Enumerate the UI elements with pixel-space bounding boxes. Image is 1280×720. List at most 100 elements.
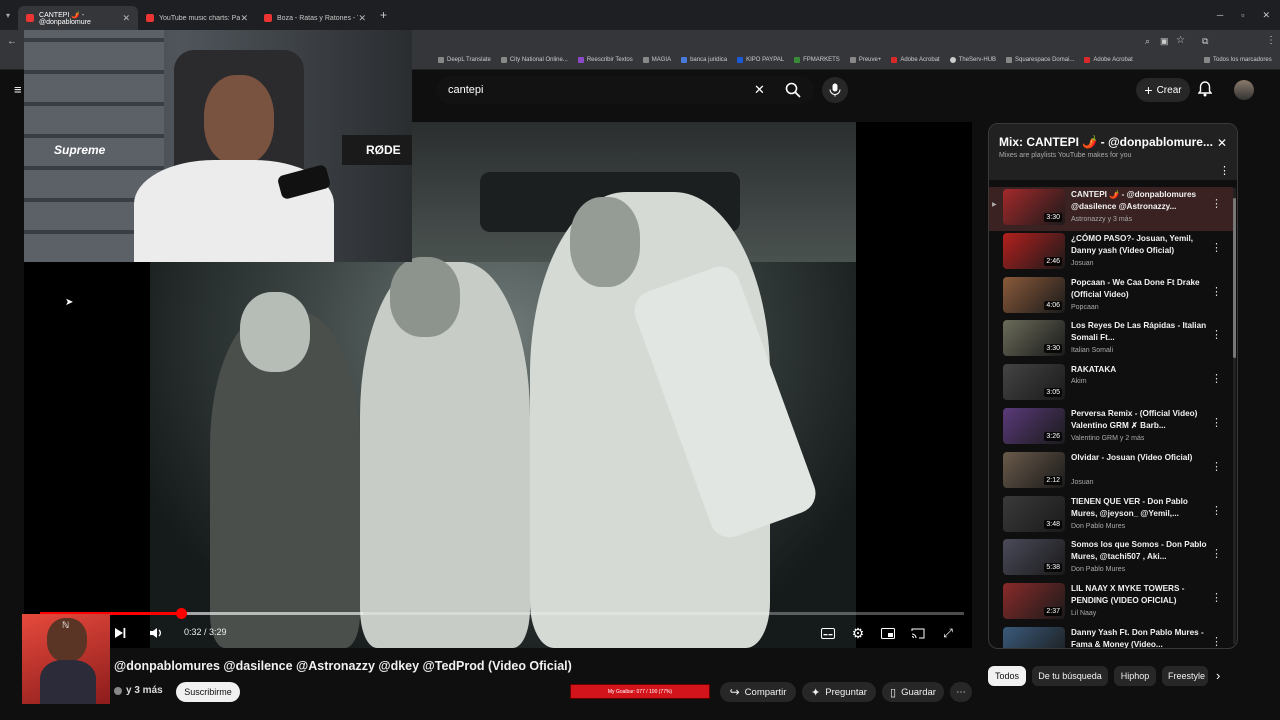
maximize-icon[interactable]: ▫ (1241, 10, 1244, 20)
bookmark-item[interactable]: Adobe Acrobat (1084, 57, 1133, 63)
bookmark-item[interactable]: FPMARKETS (794, 57, 840, 63)
bookmark-item[interactable]: TheServ-HUB (949, 57, 996, 63)
mix-list-item[interactable]: 3:26 Perversa Remix - (Official Video) Va… (989, 406, 1233, 450)
item-menu-icon[interactable]: ⋮ (1211, 372, 1222, 385)
scrollbar-thumb[interactable] (1233, 198, 1236, 358)
channel-video-thumbnail[interactable]: ℕ (22, 614, 110, 704)
stream-goal-bar: My Goalbar: 077 / 100 (77%) (570, 684, 710, 699)
item-menu-icon[interactable]: ⋮ (1211, 504, 1222, 517)
chip-de-tu-busqueda[interactable]: De tu búsqueda (1032, 666, 1108, 686)
mix-item-thumbnail[interactable]: 2:43 (1003, 627, 1065, 648)
extensions-icon[interactable]: ⧉ (1202, 36, 1208, 47)
zoom-icon[interactable]: ⌕ (1145, 36, 1150, 47)
more-actions-button[interactable]: ⋯ (950, 682, 972, 702)
save-button[interactable]: ▯ Guardar (882, 682, 944, 702)
notifications-bell-icon[interactable] (1198, 81, 1212, 97)
item-menu-icon[interactable]: ⋮ (1211, 197, 1222, 210)
close-panel-icon[interactable]: ✕ (1217, 136, 1227, 150)
mix-item-thumbnail[interactable]: 3:30 (1003, 320, 1065, 357)
close-tab-icon[interactable]: ✕ (122, 13, 130, 24)
bookmark-item[interactable]: Reescribir Textos (577, 57, 633, 63)
next-video-icon[interactable] (110, 624, 130, 642)
voice-search-icon[interactable] (822, 77, 848, 103)
mix-item-thumbnail[interactable]: 2:37 (1003, 583, 1065, 620)
mix-list-item[interactable]: 2:37 LIL NAAY X MYKE TOWERS - PENDING (VI… (989, 581, 1233, 625)
mix-list-item[interactable]: 3:05 RAKATAKA Akim ⋮ (989, 362, 1233, 406)
item-menu-icon[interactable]: ⋮ (1211, 635, 1222, 648)
bookmark-item[interactable]: Preuve+ (849, 57, 881, 63)
close-tab-icon[interactable]: ✕ (358, 13, 366, 24)
item-menu-icon[interactable]: ⋮ (1211, 328, 1222, 341)
mix-list-item[interactable]: 3:30 Los Reyes De Las Rápidas - Italian S… (989, 318, 1233, 362)
chips-next-icon[interactable]: › (1216, 668, 1220, 683)
all-bookmarks-folder[interactable]: Todos los marcadores (1204, 57, 1272, 63)
item-menu-icon[interactable]: ⋮ (1211, 285, 1222, 298)
mix-item-thumbnail[interactable]: 4:06 (1003, 276, 1065, 313)
bookmark-item[interactable]: Squarespace Domai... (1006, 57, 1074, 63)
install-icon[interactable]: ▣ (1160, 36, 1169, 47)
hamburger-menu-icon[interactable]: ≡ (14, 82, 22, 97)
channel-meta[interactable]: y 3 más (114, 685, 163, 696)
tab-cantepi[interactable]: CANTEPI 🌶️ - @donpablomure ✕ (18, 6, 139, 30)
volume-icon[interactable] (146, 624, 166, 642)
duration-badge: 3:30 (1044, 344, 1062, 354)
share-button[interactable]: ↪ Compartir (720, 682, 796, 702)
item-menu-icon[interactable]: ⋮ (1211, 416, 1222, 429)
close-window-icon[interactable]: ✕ (1262, 10, 1270, 21)
webcam-supreme-text: Supreme (54, 143, 106, 157)
cast-icon[interactable] (908, 624, 928, 642)
search-icon[interactable] (782, 79, 804, 101)
mix-item-title: TIENEN QUE VER - Don Pablo Mures, @jeyso… (1071, 496, 1188, 518)
bookmark-item[interactable]: Adobe Acrobat (891, 57, 940, 63)
panel-scrollbar[interactable] (1233, 188, 1236, 644)
bookmark-item[interactable]: banca juridica (681, 57, 727, 63)
menu-dots-icon[interactable]: ⋮ (1266, 35, 1276, 46)
item-menu-icon[interactable]: ⋮ (1211, 241, 1222, 254)
fullscreen-icon[interactable]: ⤢ (938, 624, 958, 642)
close-tab-icon[interactable]: ✕ (240, 13, 248, 24)
subtitles-icon[interactable] (818, 624, 838, 642)
duration-badge: 4:06 (1044, 300, 1062, 310)
bookmark-item[interactable]: DeepL Translate (438, 57, 491, 63)
mix-list-item[interactable]: 3:48 TIENEN QUE VER - Don Pablo Mures, @j… (989, 494, 1233, 538)
bookmark-item[interactable]: City National Online... (500, 57, 568, 63)
create-button[interactable]: + Crear (1136, 78, 1190, 102)
item-menu-icon[interactable]: ⋮ (1211, 460, 1222, 473)
chip-hiphop[interactable]: Hiphop (1114, 666, 1156, 686)
panel-menu-icon[interactable]: ⋮ (1219, 164, 1230, 177)
tab-search-icon[interactable]: ▾ (6, 11, 10, 20)
mix-item-thumbnail[interactable]: 2:12 (1003, 451, 1065, 488)
tab-music-charts[interactable]: YouTube music charts: Panamá✕ (138, 6, 256, 30)
chip-freestyle[interactable]: Freestyle (1162, 666, 1208, 686)
ask-button[interactable]: ✦ Preguntar (802, 682, 876, 702)
chip-todos[interactable]: Todos (988, 666, 1026, 686)
new-tab-icon[interactable]: + (380, 8, 387, 22)
bookmark-folder[interactable]: MAGIA (642, 57, 671, 63)
mix-item-thumbnail[interactable]: 3:05 (1003, 364, 1065, 401)
mix-list-item[interactable]: 2:12 Olvidar - Josuan (Video Oficial) Josu… (989, 450, 1233, 494)
mix-list-item[interactable]: 2:43 Danny Yash Ft. Don Pablo Mures - Fam… (989, 625, 1233, 648)
miniplayer-icon[interactable] (878, 624, 898, 642)
mix-item-thumbnail[interactable]: 3:48 (1003, 495, 1065, 532)
account-avatar[interactable] (1234, 80, 1254, 100)
subscribe-button[interactable]: Suscribirme (176, 682, 240, 702)
settings-gear-icon[interactable]: ⚙ (848, 624, 868, 642)
mix-item-thumbnail[interactable]: 3:26 (1003, 408, 1065, 444)
back-icon[interactable]: ← (7, 36, 17, 47)
mix-item-thumbnail[interactable]: 3:30 (1003, 189, 1065, 225)
mix-list-item[interactable]: 4:06 Popcaan - We Caa Done Ft Drake (Offi… (989, 275, 1233, 319)
bookmark-item[interactable]: KIPO PAYPAL (737, 57, 784, 63)
mix-item-thumbnail[interactable]: 5:38 (1003, 539, 1065, 576)
minimize-icon[interactable]: ─ (1217, 10, 1223, 20)
search-input[interactable]: cantepi (448, 84, 483, 96)
item-menu-icon[interactable]: ⋮ (1211, 591, 1222, 604)
mix-list-item[interactable]: 2:46 ¿CÓMO PASO?- Josuan, Yemil, Danny ya… (989, 231, 1233, 275)
mix-list-item[interactable]: 5:38 Somos los que Somos - Don Pablo Mure… (989, 537, 1233, 581)
clear-search-icon[interactable]: ✕ (754, 82, 765, 98)
bookmark-star-icon[interactable]: ☆ (1176, 35, 1185, 46)
item-menu-icon[interactable]: ⋮ (1211, 547, 1222, 560)
mix-list-item[interactable]: ▶ 3:30 CANTEPI 🌶️ - @donpablomures @dasile… (989, 187, 1233, 231)
tab-boza[interactable]: Boza - Ratas y Ratones - YouTub✕ (256, 6, 374, 30)
mix-item-thumbnail[interactable]: 2:46 (1003, 232, 1065, 269)
video-progress-bar[interactable] (40, 608, 964, 619)
